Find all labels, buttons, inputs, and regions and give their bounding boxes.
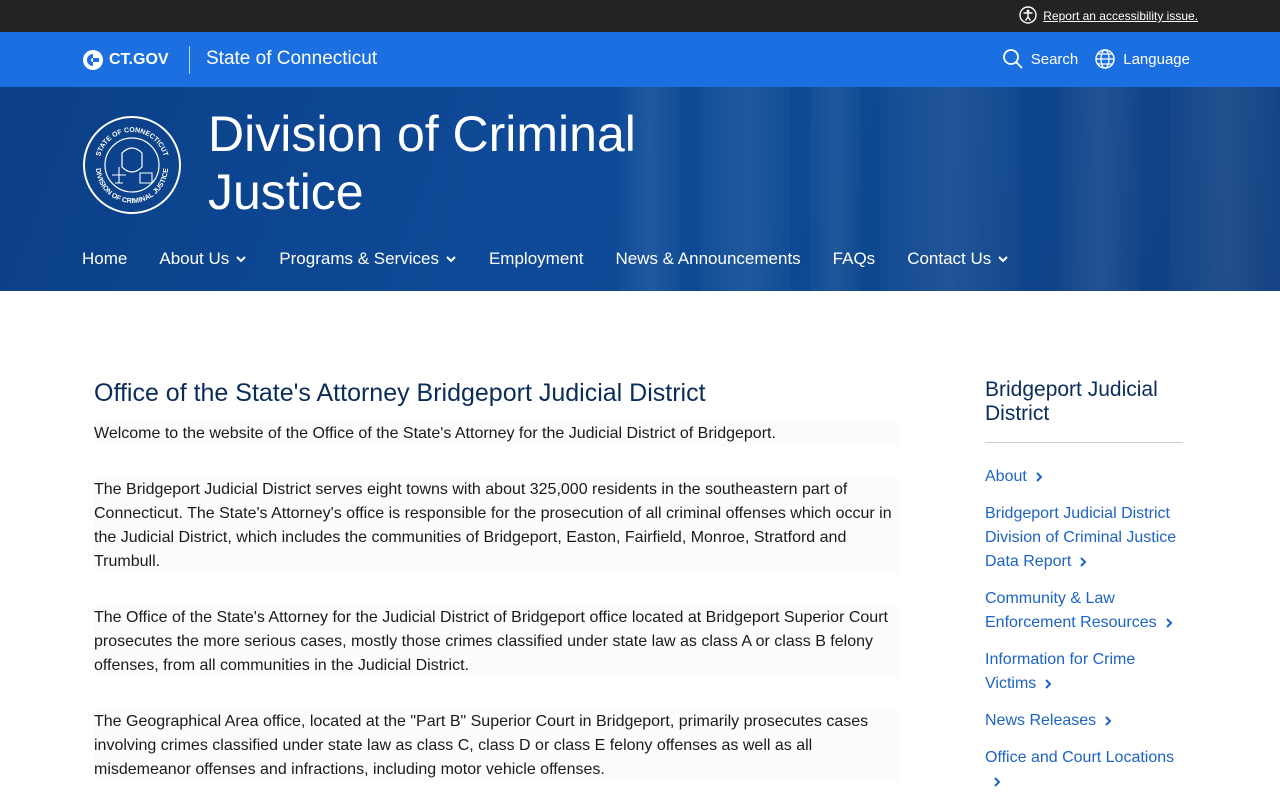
nav-faqs-label: FAQs [832,249,876,268]
header-actions: Search Language [1002,48,1190,70]
agency-title-line-2: Justice [208,164,364,220]
language-label: Language [1123,50,1190,68]
ct-logo-icon [83,50,103,70]
agency-title-line-1: Division of Criminal [208,106,636,162]
nav-news-label: News & Announcements [615,249,801,268]
sidebar-link-community-resources[interactable]: Community & Law Enforcement Resources [985,587,1183,635]
sidebar-link-news-releases[interactable]: News Releases [985,709,1183,733]
nav-about-label: About Us [159,249,230,268]
agency-title: Division of Criminal Justice [208,105,728,221]
page-title: Office of the State's Attorney Bridgepor… [94,379,706,407]
seal-text-top: STATE OF CONNECTICUT [95,127,169,158]
chevron-right-icon [1080,557,1087,567]
nav-faqs[interactable]: FAQs [833,249,876,269]
sidebar-divider [985,442,1183,443]
intro-paragraph: Welcome to the website of the Office of … [94,422,899,446]
body-paragraph: The Bridgeport Judicial District serves … [94,478,899,574]
chevron-down-icon [236,256,247,263]
sidebar-link-label: Information for Crime Victims [985,651,1136,692]
search-label: Search [1030,50,1079,68]
nav-home[interactable]: Home [82,249,127,269]
sidebar-link-label: News Releases [985,712,1097,729]
sidebar-link-label: Community & Law Enforcement Resources [985,590,1157,631]
svg-text:STATE OF CONNECTICUT: STATE OF CONNECTICUT [95,127,169,158]
ct-header: CT.GOV State of Connecticut Search Langu… [0,32,1280,87]
seal-text-bottom: DIVISION OF CRIMINAL JUSTICE [94,168,170,206]
chevron-right-icon [1165,618,1173,628]
nav-programs-services[interactable]: Programs & Services [279,249,457,269]
nav-programs-label: Programs & Services [279,249,439,268]
body-paragraph: The Geographical Area office, located at… [94,710,899,782]
sidebar-link-label: About [985,468,1027,485]
sidebar-link-label: Office and Court Locations [985,749,1175,766]
search-icon [1002,49,1023,69]
nav-employment-label: Employment [488,249,584,268]
ct-gov-label: CT.GOV [109,51,169,68]
background-column [1170,87,1280,291]
language-button[interactable]: Language [1094,48,1190,70]
background-column [1060,87,1140,291]
accessibility-report[interactable]: Report an accessibility issue. [1019,5,1198,27]
main-navigation: Home About Us Programs & Services Employ… [82,249,1009,269]
chevron-down-icon [998,256,1008,263]
body-paragraph: The Office of the State's Attorney for t… [94,606,899,678]
header-divider [189,46,190,74]
chevron-right-icon [1045,679,1052,689]
nav-contact-us[interactable]: Contact Us [907,249,1009,269]
chevron-down-icon [446,256,456,263]
ct-gov-logo[interactable]: CT.GOV [82,49,169,71]
nav-about-us[interactable]: About Us [159,249,247,269]
nav-contact-label: Contact Us [907,249,992,268]
utility-bar: Report an accessibility issue. [0,0,1280,32]
sidebar-link-about[interactable]: About [985,465,1183,489]
svg-text:DIVISION OF CRIMINAL JUSTICE: DIVISION OF CRIMINAL JUSTICE [94,168,170,206]
sidebar-link-locations[interactable]: Office and Court Locations [985,746,1183,794]
state-label[interactable]: State of Connecticut [206,48,377,70]
nav-home-label: Home [82,249,128,268]
chevron-right-icon [994,777,1001,787]
globe-icon [1095,49,1115,69]
sidebar: Bridgeport Judicial District About Bridg… [985,378,1183,807]
sidebar-link-data-report[interactable]: Bridgeport Judicial District Division of… [985,502,1183,574]
division-seal-icon[interactable]: STATE OF CONNECTICUT DIVISION OF CRIMINA… [82,115,182,215]
accessibility-report-link[interactable]: Report an accessibility issue. [1043,9,1198,23]
sidebar-link-crime-victims[interactable]: Information for Crime Victims [985,648,1183,696]
nav-news-announcements[interactable]: News & Announcements [615,249,800,269]
agency-banner: STATE OF CONNECTICUT DIVISION OF CRIMINA… [0,87,1280,291]
sidebar-title: Bridgeport Judicial District [985,378,1158,425]
chevron-right-icon [1105,716,1112,726]
accessibility-icon [1019,5,1037,27]
chevron-right-icon [1036,472,1043,482]
nav-employment[interactable]: Employment [489,249,583,269]
search-button[interactable]: Search [1002,48,1079,70]
main-content: Office of the State's Attorney Bridgepor… [94,378,899,782]
